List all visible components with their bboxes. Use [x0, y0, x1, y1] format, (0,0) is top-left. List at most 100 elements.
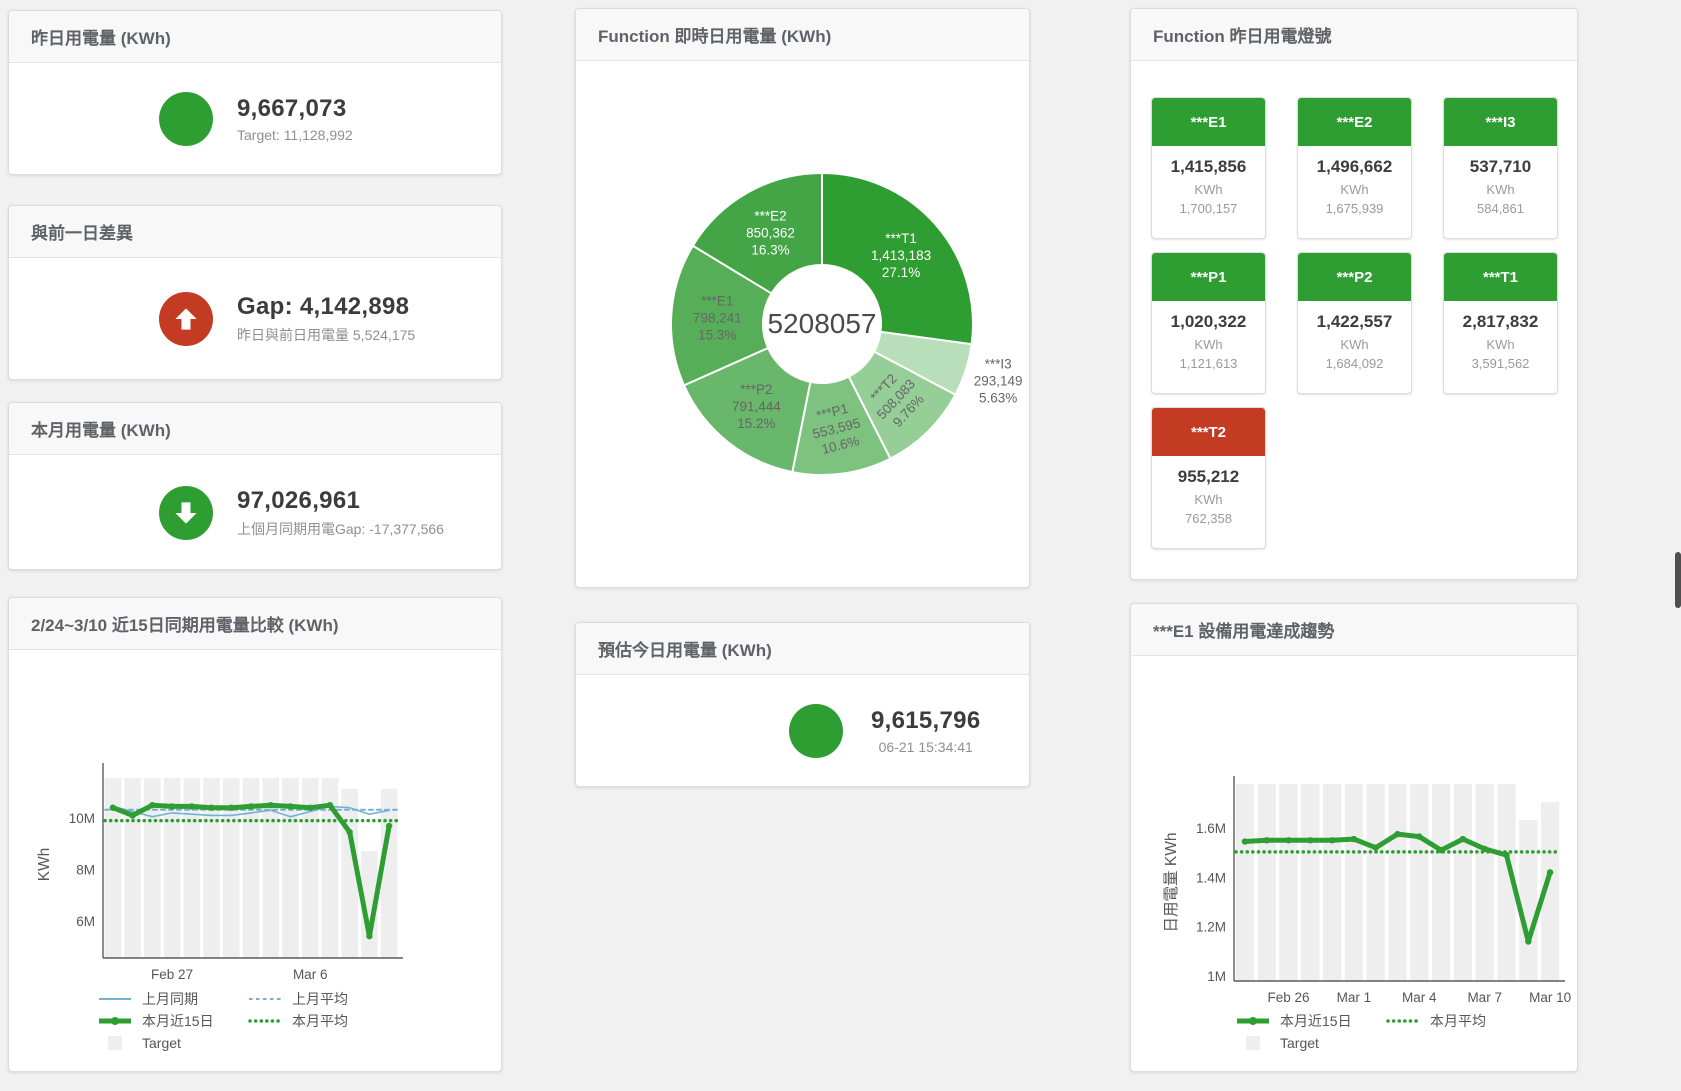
thick-line-swatch-icon — [1235, 1013, 1271, 1029]
tile-unit: KWh — [1444, 337, 1557, 352]
tile-target-value: 762,358 — [1152, 511, 1265, 526]
svg-text:6M: 6M — [76, 914, 95, 929]
card-title: 昨日用電量 (KWh) — [9, 11, 501, 63]
card-e1-trend: ***E1 設備用電達成趨勢 1M1.2M1.4M1.6MFeb 26Mar 1… — [1130, 603, 1578, 1072]
card-title: ***E1 設備用電達成趨勢 — [1131, 604, 1577, 656]
tile-body: 955,212 KWh 762,358 — [1152, 467, 1265, 526]
device-tile[interactable]: ***P11,020,322KWh1,121,613 — [1151, 252, 1266, 394]
svg-text:16.3%: 16.3% — [751, 243, 789, 258]
target-bar — [1301, 784, 1319, 981]
tile-device-label: ***E2 — [1298, 98, 1411, 146]
tile-body: 2,817,832KWh3,591,562 — [1444, 312, 1557, 371]
svg-text:10M: 10M — [69, 811, 95, 826]
device-tile[interactable]: ***E2 1,496,662KWh1,675,939 — [1297, 97, 1412, 239]
tile-body: 537,710KWh584,861 — [1444, 157, 1557, 216]
legend-label: 上月平均 — [292, 989, 348, 1009]
legend-item-Target[interactable]: Target — [97, 1035, 247, 1051]
svg-text:15.2%: 15.2% — [737, 416, 775, 431]
compare-chart-legend: 上月同期 上月平均本月近15日本月平均 Target — [97, 988, 397, 1054]
svg-text:850,362: 850,362 — [746, 226, 795, 241]
tile-target-value: 584,861 — [1444, 201, 1557, 216]
svg-text:1M: 1M — [1207, 969, 1226, 984]
day-gap-sub: 昨日與前日用電量 5,524,175 — [237, 325, 415, 345]
legend-item-本月近15日[interactable]: 本月近15日 — [97, 1011, 247, 1031]
svg-text:1.6M: 1.6M — [1196, 821, 1226, 836]
svg-text:Mar 4: Mar 4 — [1402, 990, 1437, 1005]
yesterday-usage-target: Target: 11,128,992 — [237, 127, 353, 143]
svg-text:***P2: ***P2 — [740, 382, 772, 397]
card-yesterday-lights: Function 昨日用電燈號 ***E11,415,856KWh1,700,1… — [1130, 8, 1578, 580]
e1-trend-chart-legend: 本月近15日 本月平均 Target — [1235, 1010, 1535, 1054]
device-tile[interactable]: ***E11,415,856KWh1,700,157 — [1151, 97, 1266, 239]
svg-text:Mar 7: Mar 7 — [1467, 990, 1502, 1005]
svg-text:***T1: ***T1 — [885, 231, 917, 246]
tile-target-value: 3,591,562 — [1444, 356, 1557, 371]
target-bar — [1454, 784, 1472, 981]
yesterday-usage-value: 9,667,073 — [237, 95, 353, 123]
tile-device-label: ***I3 — [1444, 98, 1557, 146]
legend-label: Target — [142, 1035, 181, 1051]
legend-item-本月平均[interactable]: 本月平均 — [1385, 1011, 1535, 1031]
target-bar — [381, 789, 398, 958]
target-bar — [1279, 784, 1297, 981]
tile-body: 1,415,856KWh1,700,157 — [1152, 157, 1265, 216]
legend-item-上月同期[interactable]: 上月同期 — [97, 989, 247, 1009]
svg-text:1,413,183: 1,413,183 — [871, 248, 931, 263]
device-tile[interactable]: ***T12,817,832KWh3,591,562 — [1443, 252, 1558, 394]
card-title: Function 即時日用電量 (KWh) — [576, 9, 1029, 61]
target-bar — [1323, 784, 1341, 981]
tile-unit: KWh — [1152, 337, 1265, 352]
status-circle-icon — [159, 92, 213, 146]
card-month-usage: 本月用電量 (KWh) 97,026,961 上個月同期用電Gap: -17,3… — [8, 402, 502, 570]
tile-unit: KWh — [1152, 182, 1265, 197]
tile-unit: KWh — [1152, 492, 1265, 507]
svg-text:日用電量 KWh: 日用電量 KWh — [1163, 833, 1180, 933]
legend-label: 本月近15日 — [1280, 1011, 1352, 1031]
tile-body: 1,496,662KWh1,675,939 — [1298, 157, 1411, 216]
device-tile[interactable]: ***I3537,710KWh584,861 — [1443, 97, 1558, 239]
legend-label: Target — [1280, 1035, 1319, 1051]
e1-trend-chart[interactable]: 1M1.2M1.4M1.6MFeb 26Mar 1Mar 4Mar 7Mar 1… — [1131, 656, 1579, 1008]
target-bar — [1367, 784, 1385, 981]
tile-target-value: 1,684,092 — [1298, 356, 1411, 371]
estimate-today-value: 9,615,796 — [871, 707, 980, 735]
card-title: 與前一日差異 — [9, 206, 501, 258]
card-title: 預估今日用電量 (KWh) — [576, 623, 1029, 675]
tile-body: 1,422,557KWh1,684,092 — [1298, 312, 1411, 371]
svg-text:***I3: ***I3 — [985, 357, 1012, 372]
month-usage-gap: 上個月同期用電Gap: -17,377,566 — [237, 519, 444, 539]
svg-text:5.63%: 5.63% — [979, 391, 1017, 406]
device-tile[interactable]: ***T2 955,212 KWh 762,358 — [1151, 407, 1266, 549]
svg-text:27.1%: 27.1% — [882, 265, 920, 280]
target-bar — [1236, 784, 1254, 981]
day-gap-value: Gap: 4,142,898 — [237, 293, 415, 321]
device-tile[interactable]: ***P21,422,557KWh1,684,092 — [1297, 252, 1412, 394]
svg-text:Mar 1: Mar 1 — [1337, 990, 1372, 1005]
target-swatch-icon — [97, 1035, 133, 1051]
tile-usage-value: 1,020,322 — [1152, 312, 1265, 332]
legend-item-上月平均[interactable]: 上月平均 — [247, 989, 397, 1009]
donut-slice-label: ***I3293,1495.63% — [974, 357, 1023, 406]
target-swatch-icon — [1235, 1035, 1271, 1051]
svg-text:15.3%: 15.3% — [698, 327, 736, 342]
legend-item-本月近15日[interactable]: 本月近15日 — [1235, 1011, 1385, 1031]
svg-text:***E1: ***E1 — [701, 293, 733, 308]
tile-device-label: ***T2 — [1152, 408, 1265, 456]
legend-item-Target[interactable]: Target — [1235, 1035, 1385, 1051]
card-estimate-today: 預估今日用電量 (KWh) 9,615,796 06-21 15:34:41 — [575, 622, 1030, 787]
legend-item-本月平均[interactable]: 本月平均 — [247, 1011, 397, 1031]
tile-unit: KWh — [1444, 182, 1557, 197]
scrollbar-thumb[interactable] — [1675, 552, 1681, 608]
target-bar — [1519, 820, 1537, 981]
card-yesterday-usage: 昨日用電量 (KWh) 9,667,073 Target: 11,128,992 — [8, 10, 502, 175]
dashed-line-swatch-icon — [247, 991, 283, 1007]
legend-label: 上月同期 — [142, 989, 198, 1009]
compare-15days-chart[interactable]: 6M8M10MFeb 27Mar 6KWh — [9, 650, 503, 986]
realtime-usage-donut-chart[interactable]: ***T11,413,18327.1%***I3293,1495.63%***T… — [576, 61, 1031, 589]
svg-text:8M: 8M — [76, 862, 95, 877]
card-title: 2/24~3/10 近15日同期用電量比較 (KWh) — [9, 598, 501, 650]
tile-usage-value: 955,212 — [1152, 467, 1265, 487]
tile-target-value: 1,700,157 — [1152, 201, 1265, 216]
arrow-down-icon — [159, 486, 213, 540]
tile-body: 1,020,322KWh1,121,613 — [1152, 312, 1265, 371]
